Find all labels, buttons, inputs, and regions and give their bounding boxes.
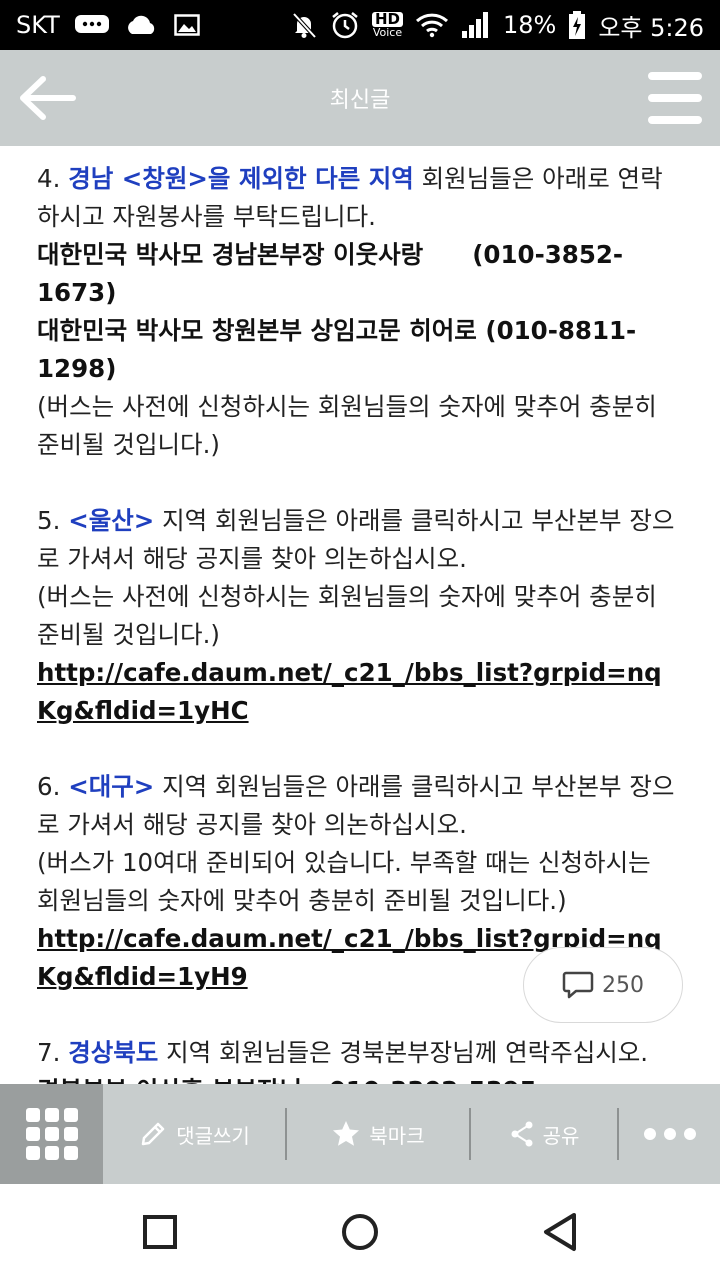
item-5: 5. <울산> 지역 회원님들은 아래를 클릭하시고 부산본부 장으로 가셔서 … — [37, 506, 675, 573]
cafe-link[interactable]: http://cafe.daum.net/_c21_/bbs_list?grpi… — [37, 654, 680, 730]
clock: 오후 5:26 — [598, 13, 704, 42]
comment-count: 250 — [602, 972, 644, 998]
region-highlight: <대구> — [68, 772, 155, 801]
comment-count-button[interactable]: 250 — [523, 947, 683, 1023]
note-text: (버스는 사전에 신청하시는 회원님들의 숫자에 맞추어 충분히 준비될 것입니… — [37, 392, 657, 459]
hd-voice-icon: HD Voice — [371, 10, 403, 39]
mute-notification-icon — [290, 11, 318, 39]
back-button[interactable] — [14, 68, 80, 128]
region-highlight: 경상북도 — [68, 1038, 159, 1067]
home-icon — [342, 1214, 378, 1250]
region-highlight: 경남 <창원>을 제외한 다른 지역 — [68, 164, 414, 193]
star-icon — [333, 1121, 360, 1146]
recent-apps-button[interactable] — [142, 1214, 178, 1254]
item-6: 6. <대구> 지역 회원님들은 아래를 클릭하시고 부산본부 장으로 가셔서 … — [37, 772, 675, 839]
pencil-icon — [141, 1122, 165, 1146]
back-nav-icon — [544, 1213, 576, 1251]
recent-apps-icon — [143, 1215, 177, 1249]
message-icon — [74, 13, 110, 37]
contact-line: 경북본부 이상훈 본부장님 : 010-3302-5395 — [37, 1072, 680, 1084]
note-text: (버스가 10여대 준비되어 있습니다. 부족할 때는 신청하시는 회원님들의 … — [37, 848, 651, 915]
back-arrow-icon — [20, 76, 76, 120]
cloud-icon — [124, 13, 160, 37]
share-icon — [511, 1121, 533, 1147]
system-navigation-bar — [0, 1184, 720, 1280]
more-button[interactable] — [619, 1084, 720, 1184]
article-body: 4. 경남 <창원>을 제외한 다른 지역 회원님들은 아래로 연락하시고 자원… — [0, 146, 720, 1084]
note-text: (버스는 사전에 신청하시는 회원님들의 숫자에 맞추어 충분히 준비될 것입니… — [37, 582, 657, 649]
grid-icon — [25, 1108, 78, 1160]
item-4: 4. 경남 <창원>을 제외한 다른 지역 회원님들은 아래로 연락하시고 자원… — [37, 164, 663, 231]
share-button[interactable]: 공유 — [471, 1084, 617, 1184]
write-comment-button[interactable]: 댓글쓰기 — [103, 1084, 285, 1184]
carrier-label: SKT — [16, 11, 60, 39]
wifi-icon — [415, 12, 449, 38]
contact-line: 대한민국 박사모 경남본부장 이웃사랑 (010-3852-1673) — [37, 240, 624, 307]
status-bar: SKT HD Voice 18% 오후 5:26 — [0, 0, 720, 50]
alarm-icon — [330, 10, 360, 40]
contact-line: 대한민국 박사모 창원본부 상임고문 히어로 (010-8811-1298) — [37, 316, 637, 383]
image-icon — [174, 13, 200, 37]
grid-menu-button[interactable] — [0, 1084, 103, 1184]
battery-percent: 18% — [502, 11, 557, 39]
item-7: 7. 경상북도 지역 회원님들은 경북본부장님께 연락주십시오. — [37, 1038, 649, 1067]
menu-button[interactable] — [648, 72, 702, 124]
bookmark-button[interactable]: 북마크 — [287, 1084, 469, 1184]
signal-icon — [461, 11, 491, 39]
region-highlight: <울산> — [68, 506, 155, 535]
more-dots-icon — [643, 1128, 696, 1140]
app-header: 최신글 — [0, 50, 720, 146]
battery-charging-icon — [568, 10, 586, 40]
comment-icon — [562, 971, 594, 999]
page-title: 최신글 — [329, 88, 391, 113]
hamburger-menu-icon — [648, 72, 702, 80]
bottom-toolbar: 댓글쓰기 북마크 공유 — [0, 1084, 720, 1184]
home-button[interactable] — [340, 1212, 380, 1256]
back-nav-button[interactable] — [540, 1212, 580, 1256]
